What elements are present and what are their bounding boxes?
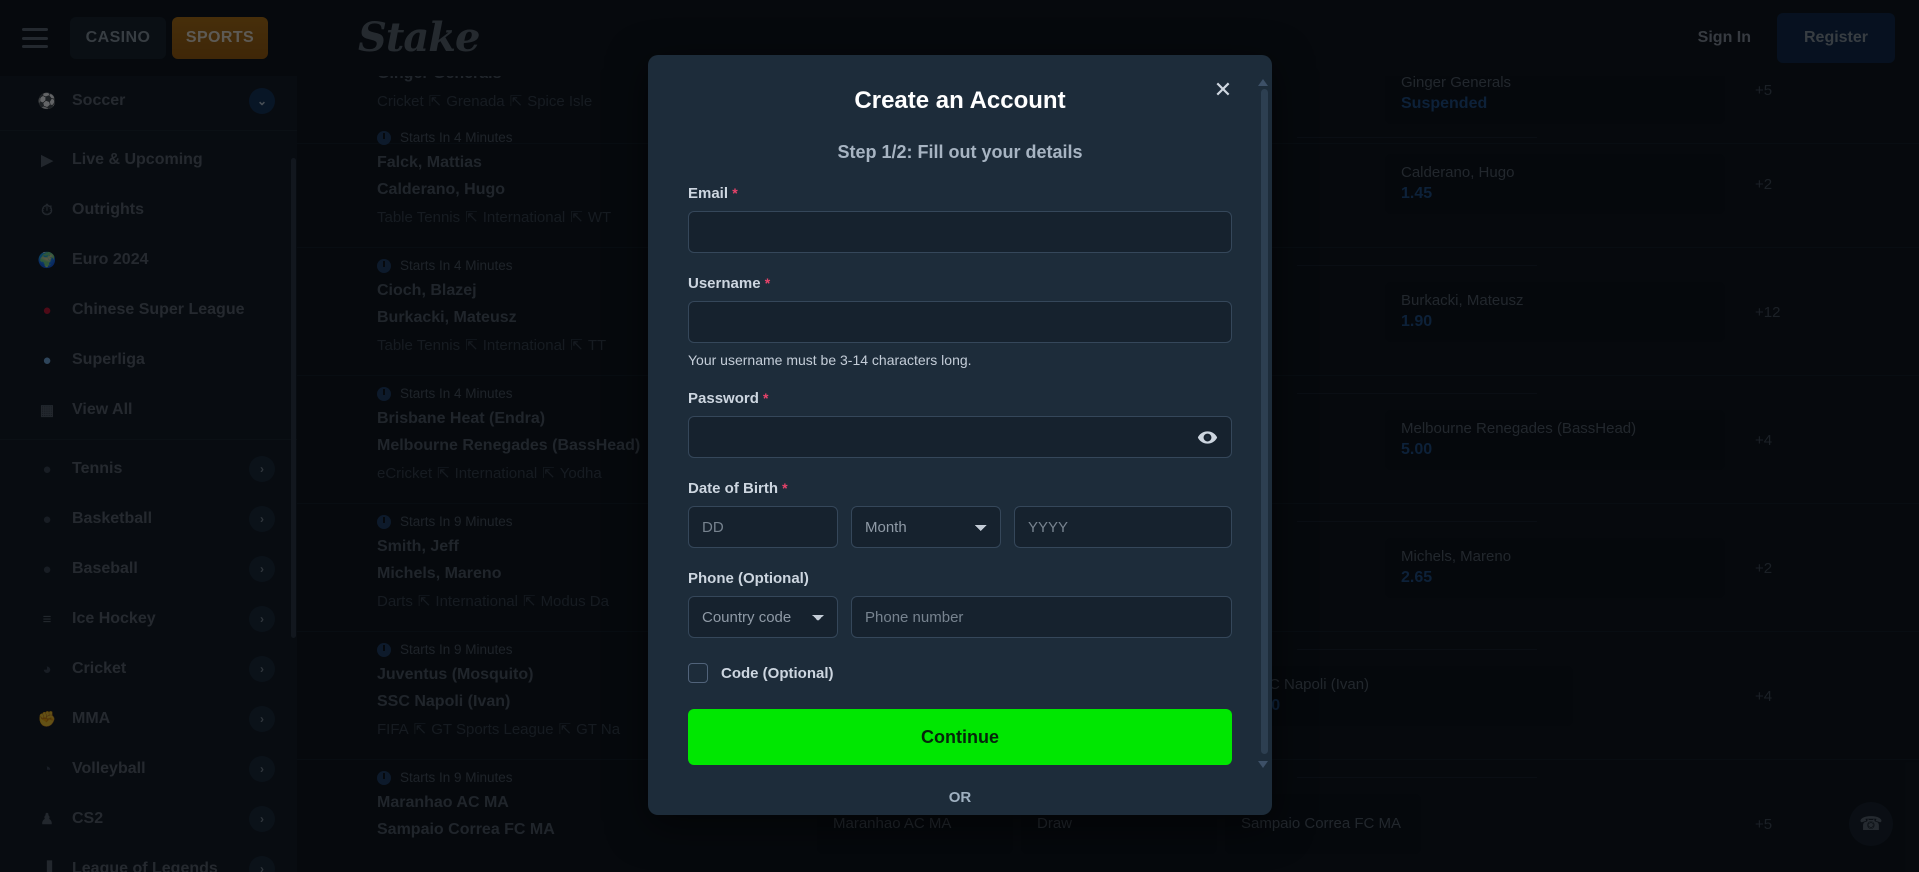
username-required-marker: *: [764, 275, 771, 291]
modal-scroll-down-arrow[interactable]: [1258, 761, 1268, 768]
email-required-marker: *: [732, 185, 738, 201]
password-required-marker: *: [763, 390, 769, 406]
code-checkbox-label: Code (Optional): [721, 664, 834, 682]
email-field-group: Email *: [688, 185, 1232, 253]
password-label: Password *: [688, 390, 1232, 407]
modal-scrollbar[interactable]: [1261, 89, 1268, 754]
phone-field-group: Phone (Optional) Country code: [688, 570, 1232, 638]
password-field-group: Password *: [688, 390, 1232, 458]
country-code-select[interactable]: Country code: [688, 596, 838, 638]
continue-button[interactable]: Continue: [688, 709, 1232, 765]
phone-number-input[interactable]: [851, 596, 1232, 638]
username-field-group: Username * Your username must be 3-14 ch…: [688, 275, 1232, 368]
page-root: CASINO SPORTS Stake Sign In Register ⚽So…: [0, 0, 1919, 872]
dob-field-group: Date of Birth * MonthJanuaryFebruaryMarc…: [688, 480, 1232, 548]
email-label-text: Email: [688, 185, 729, 202]
code-checkbox[interactable]: [688, 663, 708, 683]
username-hint: Your username must be 3-14 characters lo…: [688, 352, 972, 368]
email-label: Email *: [688, 185, 1232, 202]
dob-year-input[interactable]: [1014, 506, 1232, 548]
username-input[interactable]: [688, 301, 1232, 343]
password-label-text: Password: [688, 390, 759, 407]
close-icon[interactable]: ✕: [1210, 77, 1236, 103]
or-divider-label: OR: [948, 789, 972, 806]
dob-day-input[interactable]: [688, 506, 838, 548]
dob-required-marker: *: [782, 480, 788, 496]
modal-scroll-up-arrow[interactable]: [1258, 79, 1268, 86]
username-label: Username *: [688, 275, 1232, 292]
password-input-wrapper: [688, 416, 1232, 458]
code-checkbox-row[interactable]: Code (Optional): [688, 663, 1232, 683]
phone-label: Phone (Optional): [688, 570, 809, 587]
email-input[interactable]: [688, 211, 1232, 253]
eye-icon[interactable]: [1197, 427, 1218, 448]
phone-inputs: Country code: [688, 596, 1232, 638]
username-label-text: Username: [688, 275, 761, 292]
modal-body: Create an Account Step 1/2: Fill out you…: [648, 55, 1272, 806]
dob-month-select[interactable]: MonthJanuaryFebruaryMarchAprilMayJuneJul…: [851, 506, 1001, 548]
modal-step-label: Step 1/2: Fill out your details: [837, 142, 1083, 162]
password-input[interactable]: [688, 416, 1232, 458]
dob-label-text: Date of Birth: [688, 480, 778, 497]
create-account-modal: ✕ Create an Account Step 1/2: Fill out y…: [648, 55, 1272, 815]
dob-inputs: MonthJanuaryFebruaryMarchAprilMayJuneJul…: [688, 506, 1232, 548]
dob-label: Date of Birth *: [688, 480, 1232, 497]
modal-title: Create an Account: [854, 87, 1066, 114]
